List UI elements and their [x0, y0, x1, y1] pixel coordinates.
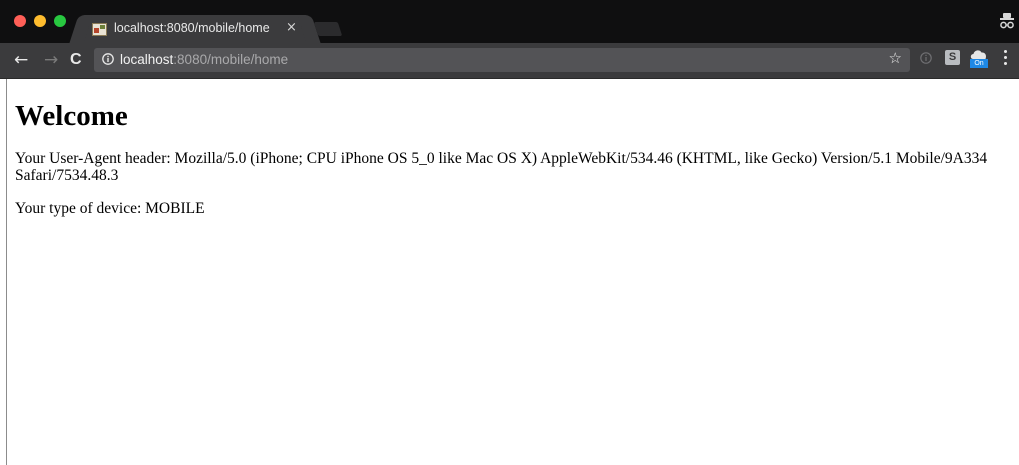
- tab-active[interactable]: localhost:8080/mobile/home ×: [82, 15, 308, 43]
- reload-button[interactable]: C: [70, 50, 82, 70]
- browser-toolbar: ← → C localhost:8080/mobile/home ☆: [0, 43, 1019, 79]
- window-close-button[interactable]: [14, 15, 26, 27]
- url-path: :8080/mobile/home: [173, 52, 289, 67]
- tab-close-icon[interactable]: ×: [286, 20, 297, 35]
- window-maximize-button[interactable]: [54, 15, 66, 27]
- browser-window: localhost:8080/mobile/home × ← → C local…: [0, 0, 1019, 465]
- back-button[interactable]: ←: [14, 50, 28, 70]
- tab-strip: localhost:8080/mobile/home ×: [0, 0, 1019, 43]
- on-badge: On: [970, 59, 988, 68]
- window-minimize-button[interactable]: [34, 15, 46, 27]
- user-agent-text: Your User-Agent header: Mozilla/5.0 (iPh…: [15, 150, 988, 184]
- address-bar[interactable]: localhost:8080/mobile/home ☆: [94, 48, 910, 72]
- browser-menu-icon[interactable]: [1004, 50, 1008, 66]
- page-viewport: Welcome Your User-Agent header: Mozilla/…: [6, 79, 1019, 465]
- page-favicon-icon: [92, 23, 107, 36]
- info-icon[interactable]: [102, 53, 114, 65]
- url-text[interactable]: localhost:8080/mobile/home: [120, 52, 288, 67]
- tab-title: localhost:8080/mobile/home: [114, 21, 270, 35]
- page-body: Welcome Your User-Agent header: Mozilla/…: [7, 99, 1019, 217]
- extension-info-icon[interactable]: [920, 52, 932, 64]
- device-type-text: Your type of device: MOBILE: [15, 200, 205, 217]
- url-host: localhost: [120, 52, 174, 67]
- bookmark-star-icon[interactable]: ☆: [889, 49, 902, 67]
- new-tab-button[interactable]: [313, 22, 343, 36]
- page-title: Welcome: [15, 100, 128, 132]
- forward-button[interactable]: →: [44, 50, 58, 70]
- s-extension-icon[interactable]: S: [945, 50, 960, 65]
- on-extension-icon[interactable]: On: [970, 48, 988, 68]
- incognito-icon: [1000, 13, 1014, 29]
